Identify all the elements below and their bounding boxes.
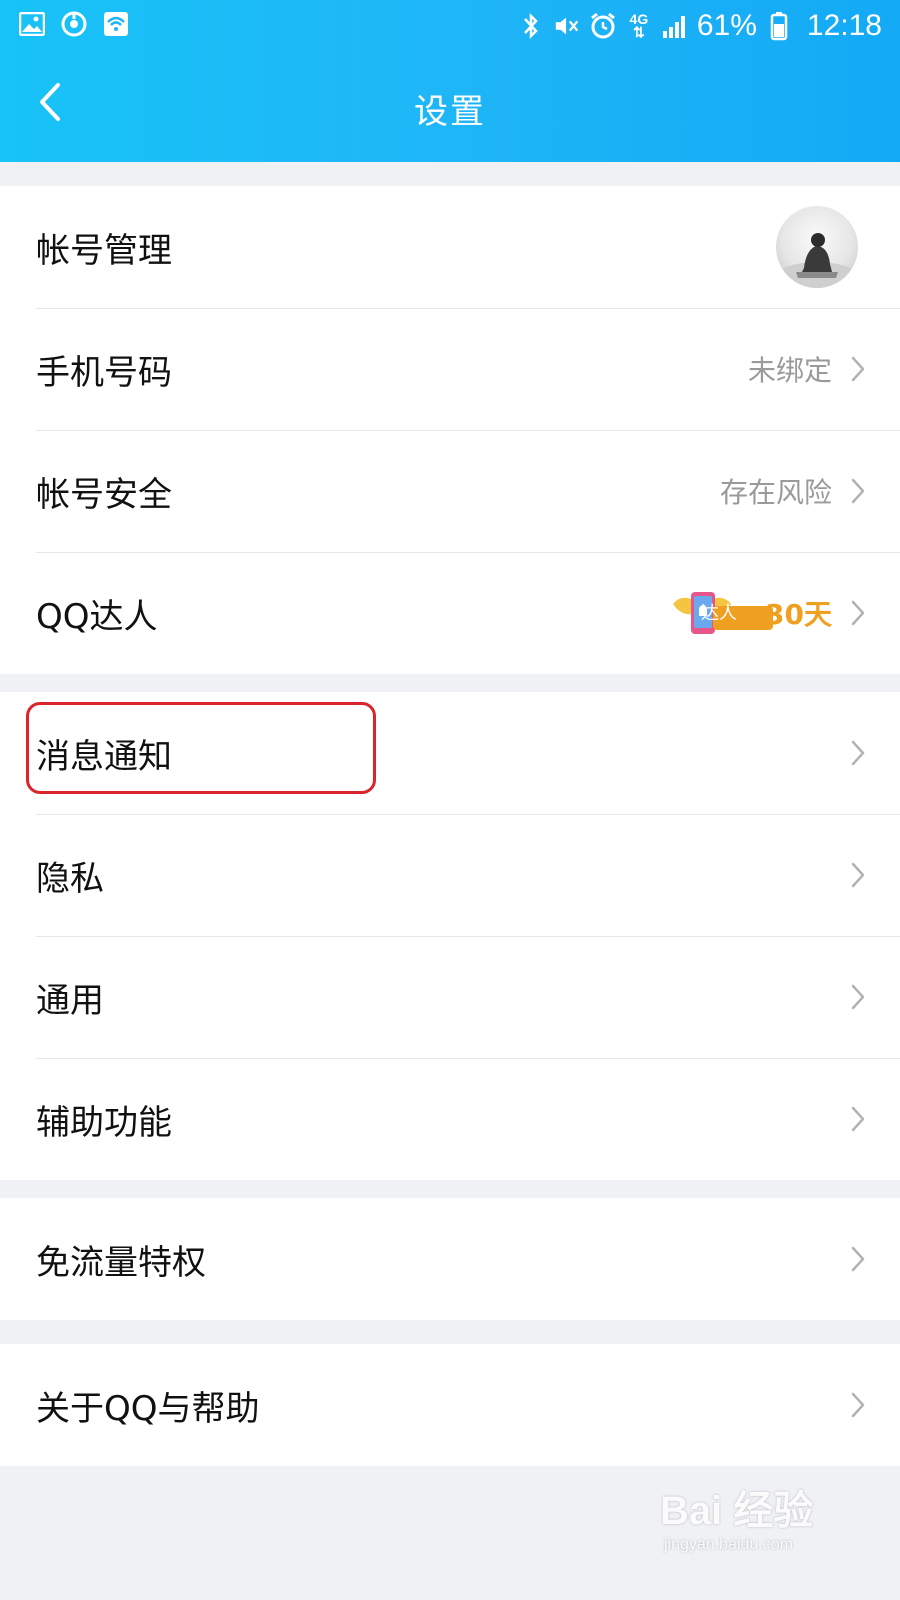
row-label: 免流量特权	[36, 1242, 206, 1283]
settings-row-privacy[interactable]: 隐私	[0, 814, 900, 936]
sync-icon	[60, 10, 88, 38]
watermark-sub: jingyan.baidu.com	[664, 1536, 793, 1553]
signal-icon	[661, 12, 689, 40]
chevron-right-icon	[850, 599, 866, 627]
row-label: 通用	[36, 980, 104, 1021]
row-right: 未绑定	[748, 349, 866, 389]
row-label: QQ达人	[36, 596, 158, 637]
network-type-icon: 4G ⇅	[625, 12, 653, 40]
row-value: 存在风险	[719, 476, 832, 509]
settings-group-about: 关于QQ与帮助	[0, 1344, 900, 1466]
row-label: 帐号管理	[36, 230, 172, 271]
data-arrows-icon: ⇅	[633, 24, 645, 40]
page-title: 设置	[414, 92, 486, 132]
chevron-right-icon	[850, 355, 866, 383]
bluetooth-icon	[517, 12, 545, 40]
status-left-icons	[18, 10, 130, 38]
settings-row-about-help[interactable]: 关于QQ与帮助	[0, 1344, 900, 1466]
wifi-app-icon	[102, 10, 130, 38]
row-label: 隐私	[36, 858, 104, 899]
settings-group-account: 帐号管理 手机号码 未绑定 帐号安全 存在风险 QQ达人 达人 30天	[0, 186, 900, 674]
chevron-right-icon	[850, 983, 866, 1011]
highlight-annotation	[26, 702, 376, 794]
row-label: 帐号安全	[36, 474, 172, 515]
chevron-right-icon	[850, 1105, 866, 1133]
chevron-right-icon	[850, 1391, 866, 1419]
row-right	[776, 206, 866, 288]
avatar	[776, 206, 858, 288]
mute-icon	[553, 12, 581, 40]
watermark: Bai 经验 jingyan.baidu.com	[660, 1478, 830, 1558]
settings-row-phone-number[interactable]: 手机号码 未绑定	[0, 308, 900, 430]
settings-row-general[interactable]: 通用	[0, 936, 900, 1058]
settings-group-data: 免流量特权	[0, 1198, 900, 1320]
row-label: 辅助功能	[36, 1102, 172, 1143]
row-right: 达人 30天	[671, 588, 866, 638]
settings-row-account-management[interactable]: 帐号管理	[0, 186, 900, 308]
gallery-icon	[18, 10, 46, 38]
settings-row-qq-expert[interactable]: QQ达人 达人 30天	[0, 552, 900, 674]
chevron-right-icon	[850, 1245, 866, 1273]
row-right: 存在风险	[720, 471, 866, 511]
watermark-main: Bai 经验	[660, 1489, 814, 1533]
expert-days: 30天	[765, 598, 832, 631]
status-right-icons: 4G ⇅ 61% 12:18	[517, 6, 882, 46]
row-label: 关于QQ与帮助	[36, 1388, 260, 1429]
settings-row-free-data[interactable]: 免流量特权	[0, 1198, 900, 1320]
status-bar: 4G ⇅ 61% 12:18	[0, 0, 900, 52]
battery-icon	[765, 12, 793, 41]
app-header: 4G ⇅ 61% 12:18 设置	[0, 0, 900, 162]
settings-row-accessibility[interactable]: 辅助功能	[0, 1058, 900, 1180]
alarm-icon	[589, 12, 617, 40]
row-label: 手机号码	[36, 352, 172, 393]
clock: 12:18	[806, 9, 882, 42]
chevron-right-icon	[850, 477, 866, 505]
chevron-right-icon	[850, 861, 866, 889]
chevron-right-icon	[850, 739, 866, 767]
settings-row-account-security[interactable]: 帐号安全 存在风险	[0, 430, 900, 552]
expert-badge-label: 达人	[701, 603, 738, 624]
row-value: 未绑定	[747, 354, 832, 387]
battery-percent: 61%	[696, 9, 757, 42]
expert-badge: 达人 30天	[671, 588, 832, 638]
